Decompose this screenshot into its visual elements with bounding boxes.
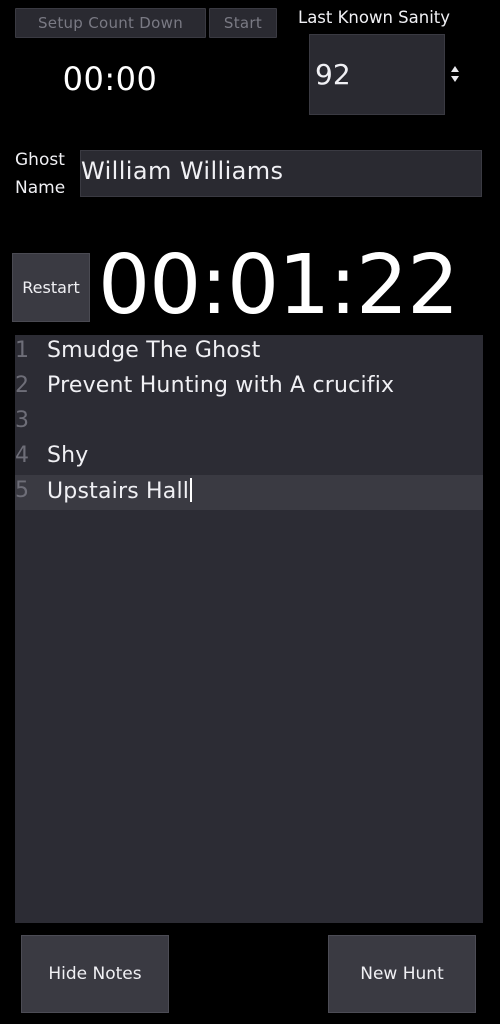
note-line[interactable]: 1 Smudge The Ghost (15, 335, 483, 370)
countdown-display: 00:00 (62, 60, 158, 98)
line-number: 3 (15, 408, 29, 433)
ghost-name-label: Ghost Name (15, 146, 65, 202)
up-down-stepper-icon[interactable] (449, 64, 461, 84)
sanity-value: 92 (315, 58, 351, 91)
notes-editor[interactable]: 1 Smudge The Ghost 2 Prevent Hunting wit… (15, 335, 483, 923)
line-number: 2 (15, 373, 29, 398)
note-line-active[interactable]: 5 Upstairs Hall (15, 475, 483, 510)
ghost-label-line1: Ghost (15, 150, 65, 170)
line-number: 5 (15, 478, 29, 503)
hunt-timer-display: 00:01:22 (98, 238, 459, 333)
line-number: 4 (15, 443, 29, 468)
line-text: Shy (47, 443, 89, 468)
hide-notes-button[interactable]: Hide Notes (21, 935, 169, 1013)
line-text-wrap: Upstairs Hall (47, 478, 193, 504)
ghost-name-value: William Williams (81, 157, 284, 185)
line-text: Smudge The Ghost (47, 338, 261, 363)
line-text: Prevent Hunting with A crucifix (47, 373, 395, 398)
ghost-label-line2: Name (15, 178, 66, 198)
sanity-input[interactable]: 92 (309, 34, 445, 115)
restart-button[interactable]: Restart (12, 253, 90, 322)
text-cursor (190, 478, 193, 502)
sanity-label: Last Known Sanity (298, 8, 451, 27)
setup-countdown-button[interactable]: Setup Count Down (15, 8, 206, 38)
note-line[interactable]: 4 Shy (15, 440, 483, 475)
start-button[interactable]: Start (209, 8, 277, 38)
note-line[interactable]: 3 (15, 405, 483, 440)
line-text: Upstairs Hall (47, 479, 190, 504)
app-root: Setup Count Down Start 00:00 Last Known … (0, 0, 500, 1024)
new-hunt-button[interactable]: New Hunt (328, 935, 476, 1013)
line-number: 1 (15, 338, 29, 363)
ghost-name-input[interactable]: William Williams (80, 150, 482, 197)
note-line[interactable]: 2 Prevent Hunting with A crucifix (15, 370, 483, 405)
